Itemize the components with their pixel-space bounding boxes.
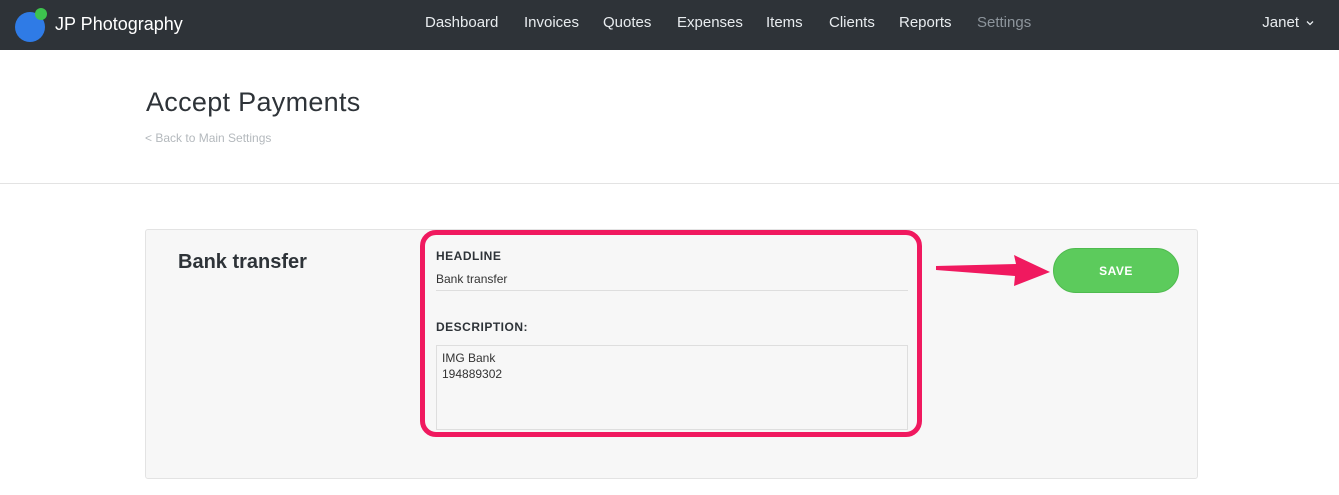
arrow-right-icon [936, 255, 1050, 286]
nav-item-clients[interactable]: Clients [829, 14, 875, 31]
nav-item-items[interactable]: Items [766, 14, 803, 31]
description-textarea[interactable]: IMG Bank 194889302 [436, 345, 908, 430]
headline-input[interactable] [436, 267, 908, 291]
description-label: DESCRIPTION: [436, 320, 529, 334]
logo-green-circle [35, 8, 47, 20]
headline-label: HEADLINE [436, 249, 502, 263]
user-menu[interactable]: Janet [1262, 14, 1315, 31]
app-logo-icon [15, 8, 47, 42]
page-title: Accept Payments [146, 87, 361, 117]
back-to-settings-link[interactable]: < Back to Main Settings [145, 131, 271, 145]
user-name: Janet [1262, 14, 1299, 31]
payment-method-card: Bank transfer HEADLINE DESCRIPTION: IMG … [145, 229, 1198, 479]
top-navigation-bar: JP Photography Dashboard Invoices Quotes… [0, 0, 1339, 50]
nav-item-invoices[interactable]: Invoices [524, 14, 579, 31]
nav-item-expenses[interactable]: Expenses [677, 14, 743, 31]
nav-item-dashboard[interactable]: Dashboard [425, 14, 498, 31]
save-button[interactable]: SAVE [1053, 248, 1179, 293]
nav-item-reports[interactable]: Reports [899, 14, 952, 31]
chevron-down-icon [1306, 20, 1314, 25]
page-header: Accept Payments < Back to Main Settings [0, 50, 1339, 184]
brand[interactable]: JP Photography [15, 8, 183, 42]
card-title: Bank transfer [178, 251, 307, 273]
brand-name: JP Photography [55, 13, 183, 34]
nav-item-quotes[interactable]: Quotes [603, 14, 651, 31]
nav-item-settings[interactable]: Settings [977, 14, 1031, 31]
